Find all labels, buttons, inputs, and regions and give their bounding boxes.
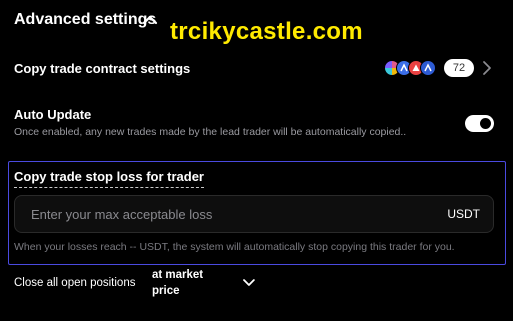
max-loss-input[interactable] [31,196,411,232]
auto-update-label: Auto Update [14,107,92,122]
toggle-knob [480,118,491,129]
close-method-dropdown[interactable]: at market price [152,269,257,297]
contract-settings-label[interactable]: Copy trade contract settings [14,60,190,78]
chevron-down-icon [243,279,255,286]
coin-icon-stack[interactable]: 72 [384,59,474,79]
stop-loss-title[interactable]: Copy trade stop loss for trader [14,168,204,188]
watermark-text: trcikycastle.com [170,18,363,45]
loss-unit-label: USDT [447,207,480,221]
stop-loss-hint: When your losses reach -- USDT, the syst… [14,241,455,253]
chevron-up-icon[interactable] [140,10,160,30]
close-positions-label: Close all open positions [14,277,136,289]
max-loss-input-container[interactable]: USDT [14,195,494,233]
auto-update-toggle[interactable] [465,115,494,132]
arrow-coin-icon [420,60,436,76]
chevron-right-icon[interactable] [480,59,494,77]
close-method-value: at market price [152,269,204,297]
advanced-settings-title[interactable]: Advanced settings [14,9,156,31]
coin-count-badge: 72 [444,59,474,77]
auto-update-description: Once enabled, any new trades made by the… [14,126,407,138]
